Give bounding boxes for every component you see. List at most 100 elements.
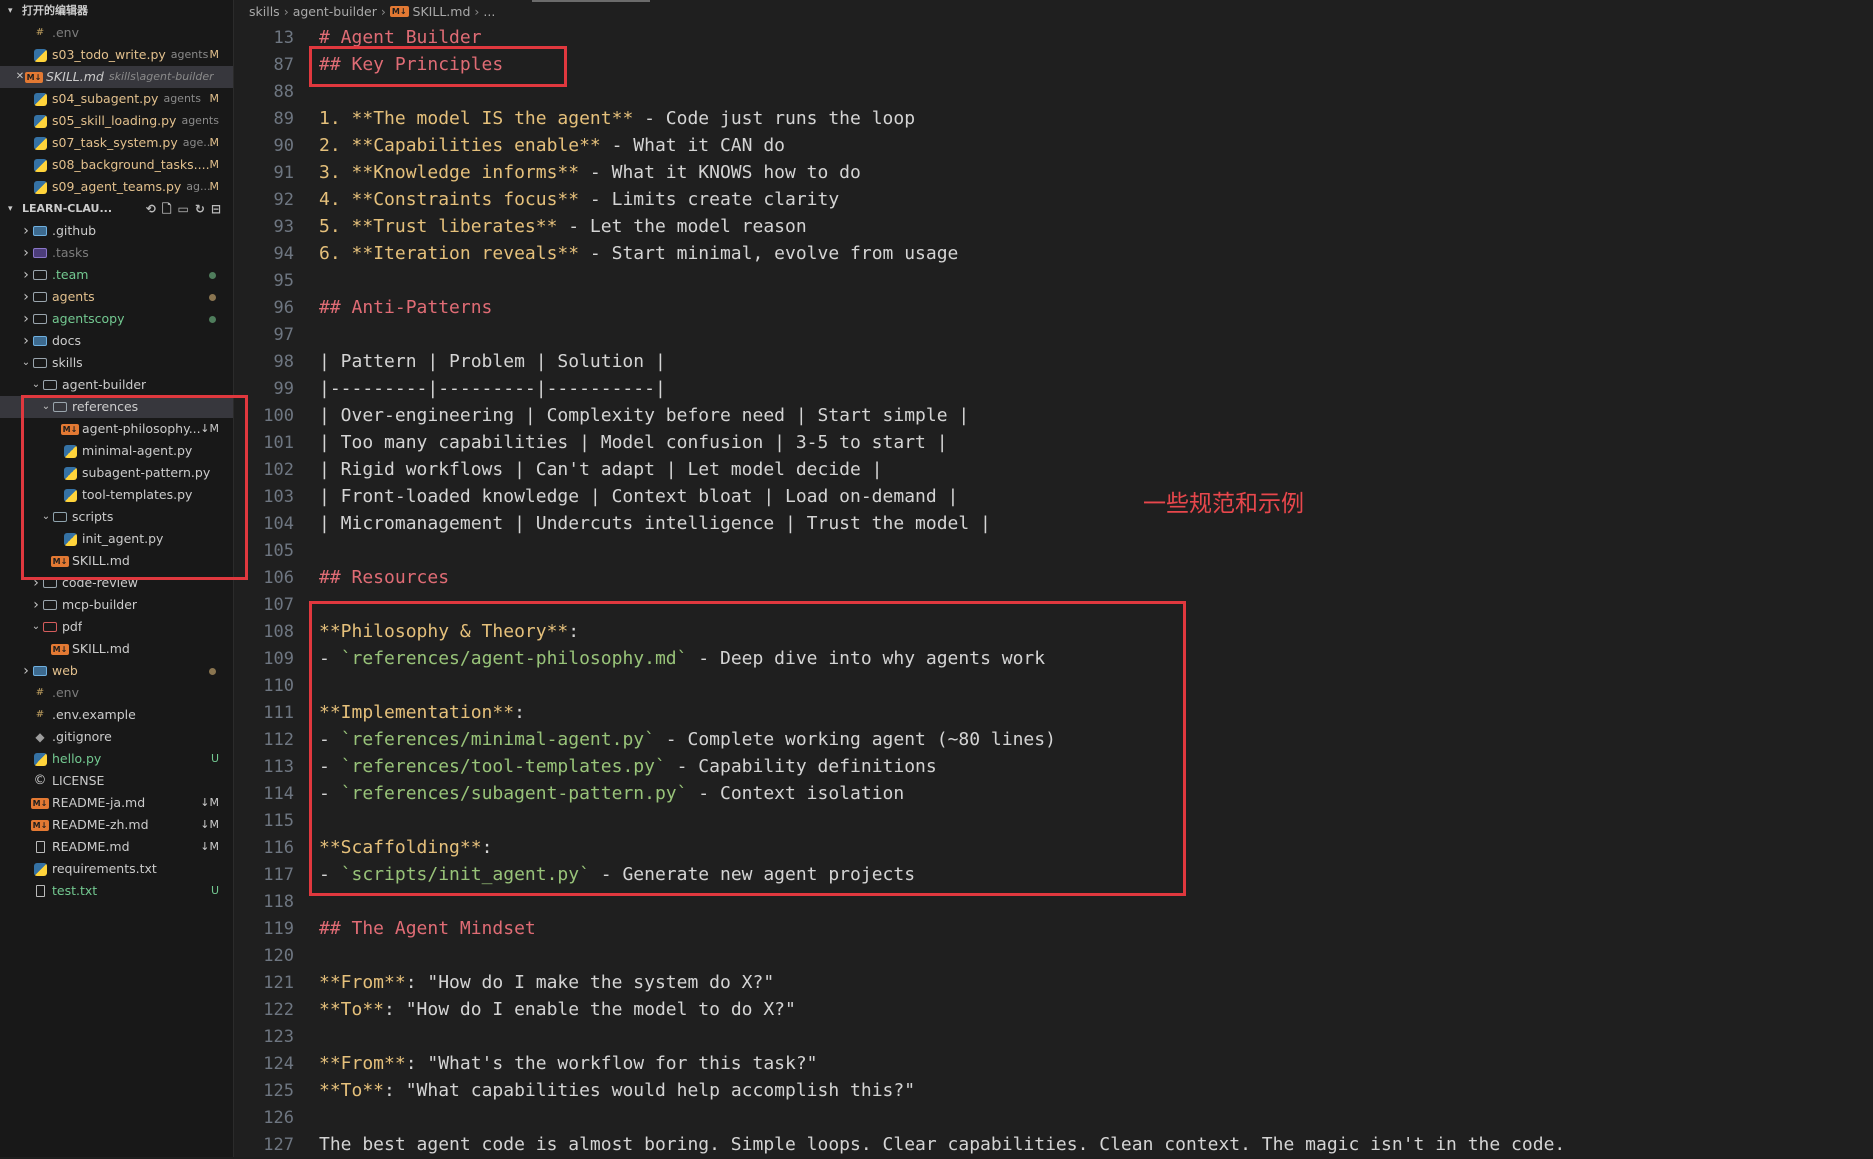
code-line[interactable]: 125 **To**: "What capabilities would help…: [234, 1077, 915, 1104]
code-line[interactable]: 106 ## Resources: [234, 564, 449, 591]
file-tree-item[interactable]: › web: [0, 660, 233, 682]
open-editor-item[interactable]: s03_todo_write.py agents M: [0, 44, 233, 66]
file-tree-item[interactable]: ⌄ pdf: [0, 616, 233, 638]
file-tree-item[interactable]: # .env: [0, 682, 233, 704]
file-tree-item[interactable]: M↓ README-zh.md ↓M: [0, 814, 233, 836]
code-line[interactable]: 120: [234, 942, 319, 969]
code-line[interactable]: 114 - `references/subagent-pattern.py` - …: [234, 780, 904, 807]
file-tree-item[interactable]: requirements.txt: [0, 858, 233, 880]
new-folder-icon[interactable]: ▭: [178, 198, 189, 220]
code-line[interactable]: 127 The best agent code is almost boring.…: [234, 1131, 1565, 1158]
code-line[interactable]: 113 - `references/tool-templates.py` - Ca…: [234, 753, 936, 780]
file-tree-item[interactable]: ⌄ skills: [0, 352, 233, 374]
code-line[interactable]: 110: [234, 672, 319, 699]
file-tree-item[interactable]: init_agent.py: [0, 528, 233, 550]
code-line[interactable]: 103 | Front-loaded knowledge | Context bl…: [234, 483, 958, 510]
editor-scrollbar[interactable]: [1859, 0, 1873, 1157]
open-editor-item[interactable]: s08_background_tasks.... M: [0, 154, 233, 176]
code-line[interactable]: 94 6. **Iteration reveals** - Start minim…: [234, 240, 959, 267]
code-line[interactable]: 88: [234, 78, 319, 105]
code-line[interactable]: 109 - `references/agent-philosophy.md` - …: [234, 645, 1045, 672]
file-tree-item[interactable]: README.md ↓M: [0, 836, 233, 858]
code-line[interactable]: 13 # Agent Builder: [234, 24, 482, 51]
code-line[interactable]: 91 3. **Knowledge informs** - What it KNO…: [234, 159, 861, 186]
file-tree-item[interactable]: hello.py U: [0, 748, 233, 770]
file-tree-item[interactable]: › docs: [0, 330, 233, 352]
file-tree-item[interactable]: › agentscopy: [0, 308, 233, 330]
file-tree-item[interactable]: tool-templates.py: [0, 484, 233, 506]
code-line[interactable]: 89 1. **The model IS the agent** - Code j…: [234, 105, 916, 132]
code-line[interactable]: 121 **From**: "How do I make the system d…: [234, 969, 774, 996]
explorer-section-header[interactable]: ▾ LEARN-CLAU... ⟲ 🗋 ▭ ↻ ⊟: [0, 198, 233, 220]
code-line[interactable]: 126: [234, 1104, 319, 1131]
git-status-badge: ↓M: [200, 818, 219, 831]
open-editor-item[interactable]: s05_skill_loading.py agents: [0, 110, 233, 132]
collapse-all-icon[interactable]: ⊟: [211, 198, 221, 220]
open-editor-item[interactable]: # .env: [0, 22, 233, 44]
code-token: - Complete working agent (~80 lines): [654, 729, 1056, 750]
code-line[interactable]: 102 | Rigid workflows | Can't adapt | Let…: [234, 456, 882, 483]
open-editors-header[interactable]: ▾ 打开的编辑器: [0, 0, 233, 22]
open-editor-item[interactable]: s04_subagent.py agents M: [0, 88, 233, 110]
file-tree-item[interactable]: › .tasks: [0, 242, 233, 264]
code-line[interactable]: 116 **Scaffolding**:: [234, 834, 492, 861]
file-tree-item[interactable]: M↓ README-ja.md ↓M: [0, 792, 233, 814]
code-line[interactable]: 100 | Over-engineering | Complexity befor…: [234, 402, 969, 429]
new-file-icon[interactable]: 🗋: [162, 198, 172, 220]
code-line[interactable]: 101 | Too many capabilities | Model confu…: [234, 429, 947, 456]
file-tree-item[interactable]: ⌄ agent-builder: [0, 374, 233, 396]
file-tree-item[interactable]: © LICENSE: [0, 770, 233, 792]
code-line[interactable]: 119 ## The Agent Mindset: [234, 915, 535, 942]
code-line[interactable]: 87 ## Key Principles: [234, 51, 504, 78]
code-line[interactable]: 93 5. **Trust liberates** - Let the model…: [234, 213, 807, 240]
code-line[interactable]: 117 - `scripts/init_agent.py` - Generate …: [234, 861, 915, 888]
file-tree-item[interactable]: M↓ SKILL.md: [0, 638, 233, 660]
code-line[interactable]: 96 ## Anti-Patterns: [234, 294, 493, 321]
code-line[interactable]: 97: [234, 321, 319, 348]
open-editor-item[interactable]: s09_agent_teams.py ag... M: [0, 176, 233, 198]
open-editor-item[interactable]: ✕ M↓ SKILL.md skills\agent-builder: [0, 66, 233, 88]
breadcrumb-item[interactable]: agent-builder: [293, 4, 377, 19]
file-tree-item[interactable]: › .team: [0, 264, 233, 286]
file-tree-item[interactable]: minimal-agent.py: [0, 440, 233, 462]
item-label: .env.example: [52, 707, 136, 722]
code-line[interactable]: 99 |---------|---------|----------|: [234, 375, 666, 402]
file-tree-item[interactable]: › code-review: [0, 572, 233, 594]
file-tree-item[interactable]: › agents: [0, 286, 233, 308]
file-tree-item[interactable]: › .github: [0, 220, 233, 242]
code-line[interactable]: 115: [234, 807, 319, 834]
breadcrumb-item[interactable]: ...: [483, 4, 495, 19]
file-tree-item[interactable]: › mcp-builder: [0, 594, 233, 616]
breadcrumb-item[interactable]: skills: [249, 4, 280, 19]
chevron-right-icon: ›: [23, 267, 29, 283]
code-line[interactable]: 124 **From**: "What's the workflow for th…: [234, 1050, 817, 1077]
file-tree-item[interactable]: # .env.example: [0, 704, 233, 726]
code-line[interactable]: 108 **Philosophy & Theory**:: [234, 618, 579, 645]
breadcrumb-item[interactable]: SKILL.md: [413, 4, 471, 19]
code-line[interactable]: 111 **Implementation**:: [234, 699, 525, 726]
code-line[interactable]: 95: [234, 267, 319, 294]
link-icon[interactable]: ⟲: [146, 198, 156, 220]
code-line[interactable]: 92 4. **Constraints focus** - Limits crea…: [234, 186, 840, 213]
code-line[interactable]: 98 | Pattern | Problem | Solution |: [234, 348, 666, 375]
file-tree-item[interactable]: M↓ SKILL.md: [0, 550, 233, 572]
file-tree-item[interactable]: M↓ agent-philosophy... ↓M: [0, 418, 233, 440]
file-tree-item[interactable]: ⌄ scripts: [0, 506, 233, 528]
open-editor-item[interactable]: s07_task_system.py age... M: [0, 132, 233, 154]
file-tree-item[interactable]: test.txt U: [0, 880, 233, 902]
code-line[interactable]: 122 **To**: "How do I enable the model to…: [234, 996, 796, 1023]
item-label: minimal-agent.py: [82, 443, 193, 458]
code-line[interactable]: 123: [234, 1023, 319, 1050]
code-line[interactable]: 112 - `references/minimal-agent.py` - Com…: [234, 726, 1056, 753]
code-line[interactable]: 107: [234, 591, 319, 618]
file-tree-item[interactable]: subagent-pattern.py: [0, 462, 233, 484]
code-line[interactable]: 118: [234, 888, 319, 915]
code-line[interactable]: 104 | Micromanagement | Undercuts intelli…: [234, 510, 991, 537]
code-token: : "How do I make the system do X?": [405, 972, 775, 993]
file-tree-item[interactable]: ◆ .gitignore: [0, 726, 233, 748]
code-line[interactable]: 90 2. **Capabilities enable** - What it C…: [234, 132, 785, 159]
refresh-icon[interactable]: ↻: [195, 198, 205, 220]
chevron-right-icon: ›: [474, 4, 480, 19]
file-tree-item[interactable]: ⌄ references: [0, 396, 233, 418]
code-line[interactable]: 105: [234, 537, 319, 564]
